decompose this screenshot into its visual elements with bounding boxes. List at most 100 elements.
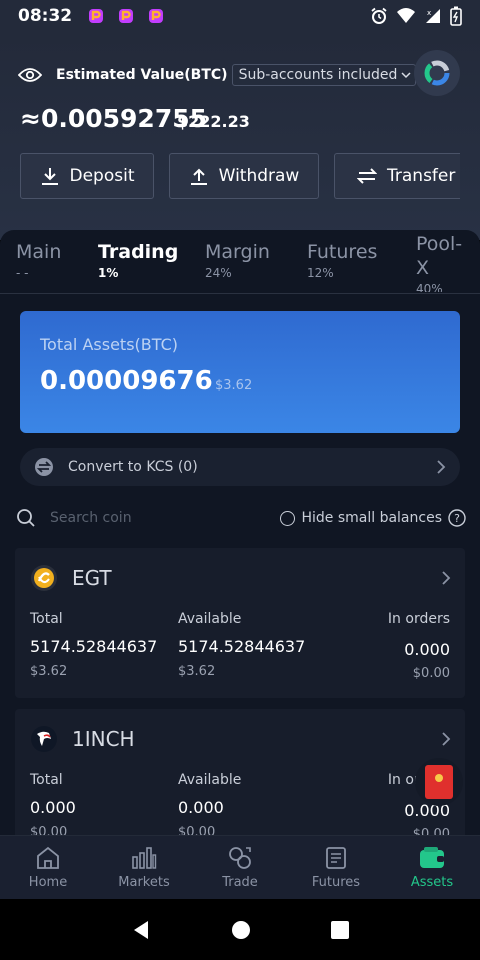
tab-percent: 24% — [205, 266, 232, 280]
android-navigation-bar — [0, 899, 480, 960]
in-orders-usd: $0.00 — [412, 827, 450, 835]
radio-button[interactable] — [280, 510, 296, 526]
wallet-icon — [420, 847, 444, 868]
withdraw-button[interactable]: Withdraw — [169, 153, 319, 199]
tab-margin[interactable]: Margin 24% — [205, 240, 270, 280]
svg-text:x: x — [427, 9, 431, 17]
tab-futures[interactable]: Futures 12% — [307, 240, 377, 280]
chevron-right-icon — [442, 571, 451, 585]
convert-icon — [35, 458, 53, 476]
search-coin-input[interactable] — [50, 510, 240, 526]
eye-icon[interactable] — [18, 67, 42, 83]
total-label: Total — [30, 611, 63, 627]
hide-small-balances-toggle[interactable]: Hide small balances ? — [280, 509, 466, 527]
coin-card-egt[interactable]: EGT Total 5174.52844637 $3.62 Available … — [15, 548, 465, 698]
withdraw-label: Withdraw — [218, 166, 300, 186]
nav-label: Futures — [311, 875, 361, 890]
tab-pool-x[interactable]: Pool-X 40% — [416, 232, 472, 292]
alarm-icon — [371, 7, 387, 24]
coin-name: EGT — [72, 566, 112, 590]
chevron-right-icon — [437, 460, 446, 474]
donut-chart-icon — [424, 60, 450, 86]
available-label: Available — [178, 772, 242, 788]
total-usd-value: $222.23 — [177, 112, 250, 131]
red-packet-icon — [425, 765, 453, 799]
deposit-button[interactable]: Deposit — [20, 153, 154, 199]
coin-header: 1INCH — [30, 725, 135, 753]
assets-sheet: Main - - Trading 1% Margin 24% Futures 1… — [0, 230, 480, 835]
convert-to-kcs-row[interactable]: Convert to KCS (0) — [20, 448, 460, 486]
tab-trading[interactable]: Trading 1% — [98, 240, 178, 280]
total-label: Total — [30, 772, 63, 788]
estimated-value-label: Estimated Value(BTC) — [56, 67, 228, 83]
total-assets-card: Total Assets(BTC) 0.00009676 $3.62 — [20, 311, 460, 433]
estimated-value-row: Estimated Value(BTC) Sub-accounts includ… — [18, 64, 417, 86]
search-row: Hide small balances ? — [16, 506, 466, 530]
download-icon — [41, 168, 58, 185]
transfer-label: Transfer — [387, 166, 456, 186]
total-assets-value: 0.00009676 — [40, 366, 213, 396]
trade-icon — [229, 847, 251, 869]
tab-percent: - - — [16, 266, 29, 280]
signal-icon: x — [426, 9, 440, 23]
tab-main[interactable]: Main - - — [16, 240, 61, 280]
in-orders-usd: $0.00 — [412, 666, 450, 681]
deposit-label: Deposit — [69, 166, 135, 186]
nav-trade[interactable]: Trade — [192, 836, 288, 899]
sub-accounts-label: Sub-accounts included — [238, 67, 398, 83]
pinduoduo-app-icon — [86, 6, 106, 26]
status-indicators: x — [370, 6, 462, 26]
battery-icon — [450, 6, 462, 26]
action-buttons: Deposit Withdraw Transfer — [20, 153, 460, 199]
egt-coin-icon — [31, 565, 57, 591]
tab-label: Futures — [307, 241, 378, 263]
in-orders-value: 0.000 — [404, 640, 450, 659]
svg-text:?: ? — [454, 512, 460, 525]
chevron-right-icon — [442, 732, 451, 746]
coin-header: EGT — [30, 564, 112, 592]
assets-header: Estimated Value(BTC) Sub-accounts includ… — [0, 32, 480, 240]
available-usd: $0.00 — [178, 825, 216, 835]
wifi-icon — [397, 8, 415, 23]
available-usd: $3.62 — [178, 664, 216, 679]
home-icon — [37, 846, 59, 869]
coin-card-1inch[interactable]: 1INCH Total 0.000 $0.00 Available 0.000 … — [15, 709, 465, 835]
chevron-down-icon — [401, 72, 411, 79]
nav-home[interactable]: Home — [0, 836, 96, 899]
available-value: 0.000 — [178, 798, 224, 817]
pinduoduo-app-icon — [116, 6, 136, 26]
nav-markets[interactable]: Markets — [96, 836, 192, 899]
bottom-nav: Home Markets Trade Futures Assets — [0, 835, 480, 899]
tab-percent: 12% — [307, 266, 334, 280]
total-usd: $3.62 — [30, 664, 68, 679]
back-icon[interactable] — [130, 919, 152, 941]
total-usd: $0.00 — [30, 825, 68, 835]
nav-label: Trade — [222, 875, 258, 890]
asset-distribution-button[interactable] — [414, 50, 460, 96]
nav-label: Markets — [118, 875, 170, 890]
total-assets-label: Total Assets(BTC) — [40, 335, 178, 354]
coin-name: 1INCH — [72, 727, 135, 751]
tab-label: Pool-X — [416, 233, 463, 279]
nav-assets[interactable]: Assets — [384, 836, 480, 899]
nav-futures[interactable]: Futures — [288, 836, 384, 899]
home-circle-icon[interactable] — [231, 920, 251, 940]
red-packet-button[interactable] — [415, 758, 463, 806]
status-bar: 08:32 x — [0, 0, 480, 32]
help-icon[interactable]: ? — [448, 509, 466, 527]
account-tabs: Main - - Trading 1% Margin 24% Futures 1… — [0, 230, 480, 294]
hide-small-balances-label: Hide small balances — [301, 510, 442, 526]
available-label: Available — [178, 611, 242, 627]
tab-label: Trading — [98, 241, 179, 263]
status-time: 08:32 — [18, 6, 73, 26]
tab-label: Margin — [205, 241, 270, 263]
markets-icon — [132, 847, 157, 869]
available-value: 5174.52844637 — [178, 637, 306, 656]
recents-icon[interactable] — [330, 920, 350, 940]
tab-label: Main — [16, 241, 62, 263]
futures-icon — [326, 847, 346, 869]
transfer-button[interactable]: Transfer — [334, 153, 460, 199]
in-orders-label: In orders — [387, 611, 450, 627]
pinduoduo-app-icon — [146, 6, 166, 26]
sub-accounts-dropdown[interactable]: Sub-accounts included — [231, 64, 417, 86]
